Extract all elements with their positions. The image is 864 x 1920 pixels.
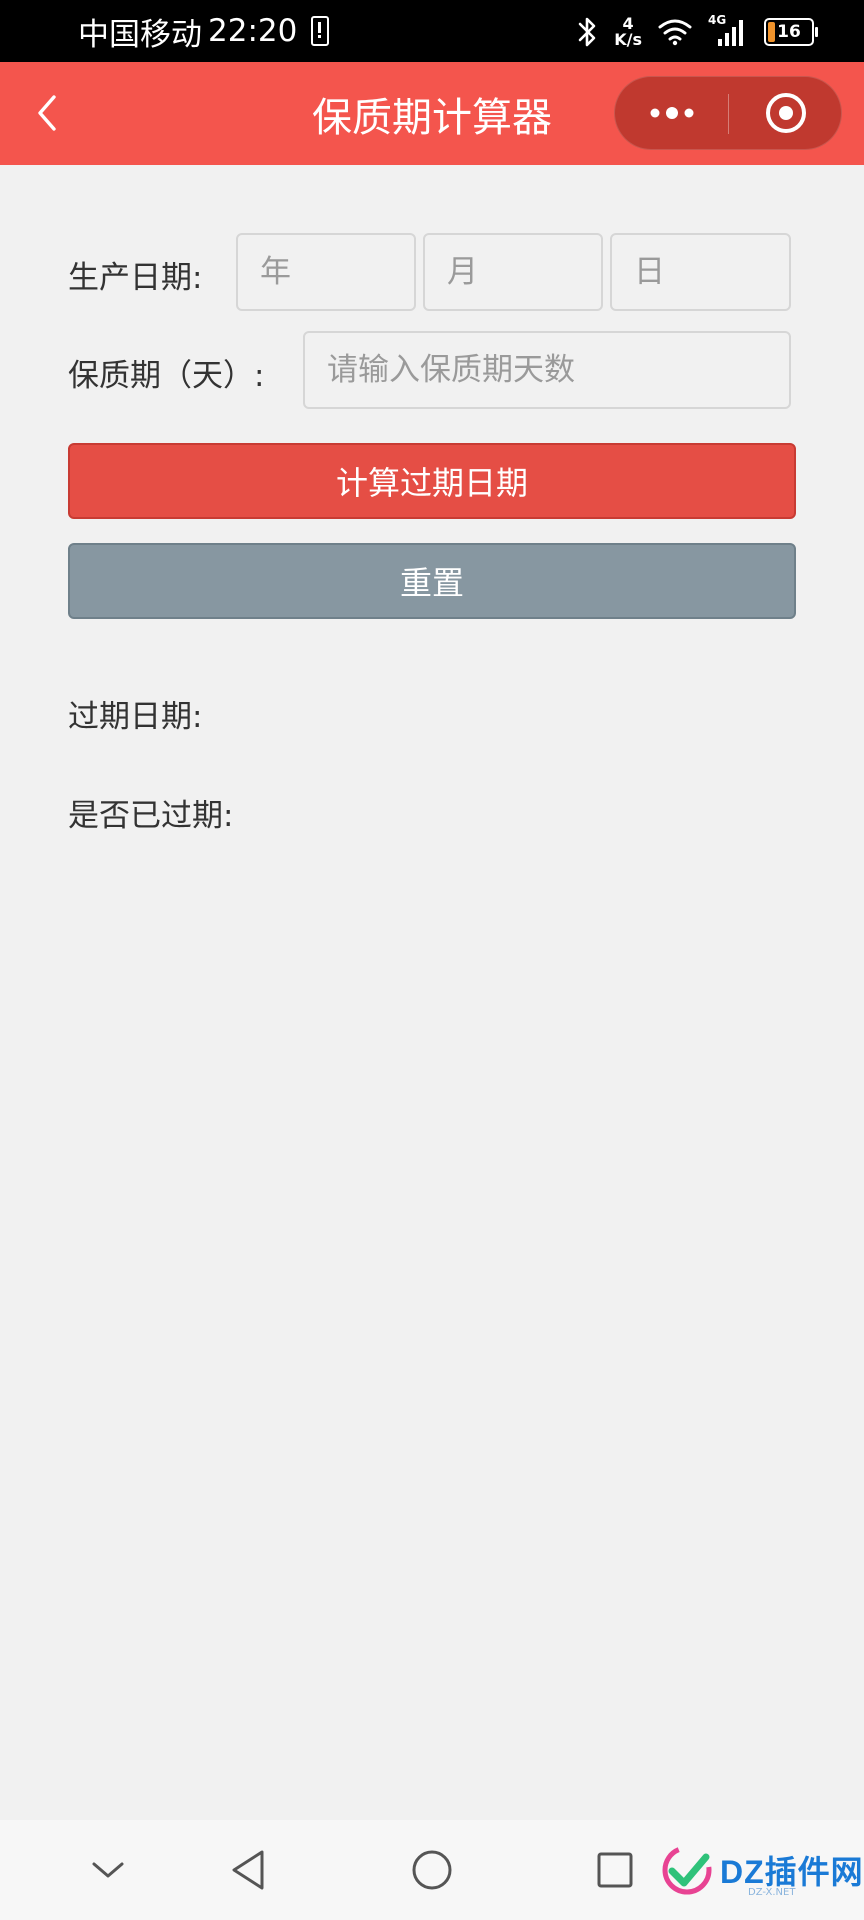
speed-unit: K/s (614, 30, 642, 49)
shelf-life-input[interactable] (303, 331, 791, 409)
circle-home-icon (412, 1850, 452, 1890)
dz-logo-icon (662, 1845, 712, 1895)
signal-bars-icon (718, 20, 743, 46)
expiry-date-label: 过期日期: (68, 699, 203, 735)
status-left: 中国移动 22:20 (78, 10, 330, 53)
cellular-signal: 4G (708, 13, 748, 47)
production-date-label: 生产日期: (68, 260, 203, 296)
square-recents-icon (597, 1852, 633, 1888)
more-button[interactable] (615, 77, 728, 149)
target-close-icon (765, 93, 806, 133)
expired-status-label: 是否已过期: (68, 798, 234, 834)
bluetooth-icon (578, 17, 596, 47)
chevron-down-icon (92, 1862, 124, 1878)
reset-button[interactable]: 重置 (68, 543, 796, 619)
nav-recents-button[interactable] (587, 1842, 643, 1898)
nav-back-button[interactable] (220, 1842, 276, 1898)
watermark: DZ插件网 DZ-X.NET (660, 1835, 864, 1905)
battery-alert-icon (311, 16, 330, 46)
status-bar: 中国移动 22:20 4 K/s 4G 16 (0, 0, 864, 62)
battery-level: 16 (777, 22, 801, 42)
mini-program-capsule (614, 76, 842, 150)
nav-collapse-button[interactable] (80, 1842, 136, 1898)
watermark-sub: DZ-X.NET (748, 1887, 796, 1898)
nav-home-button[interactable] (404, 1842, 460, 1898)
day-input[interactable] (610, 233, 791, 311)
clock: 22:20 (208, 13, 298, 49)
nav-bar: 保质期计算器 (0, 62, 864, 165)
calculate-button[interactable]: 计算过期日期 (68, 443, 796, 519)
carrier-name: 中国移动 (78, 16, 202, 53)
more-dots-icon (650, 107, 693, 119)
network-speed: 4 K/s (614, 16, 642, 48)
year-input[interactable] (236, 233, 416, 311)
triangle-back-icon (232, 1850, 264, 1890)
status-right: 4 K/s 4G 16 (576, 12, 818, 52)
wifi-icon (658, 19, 692, 46)
shelf-life-label: 保质期（天）: (68, 358, 265, 394)
battery-indicator: 16 (764, 18, 818, 46)
month-input[interactable] (423, 233, 603, 311)
battery-fill (768, 22, 775, 42)
close-button[interactable] (729, 77, 842, 149)
